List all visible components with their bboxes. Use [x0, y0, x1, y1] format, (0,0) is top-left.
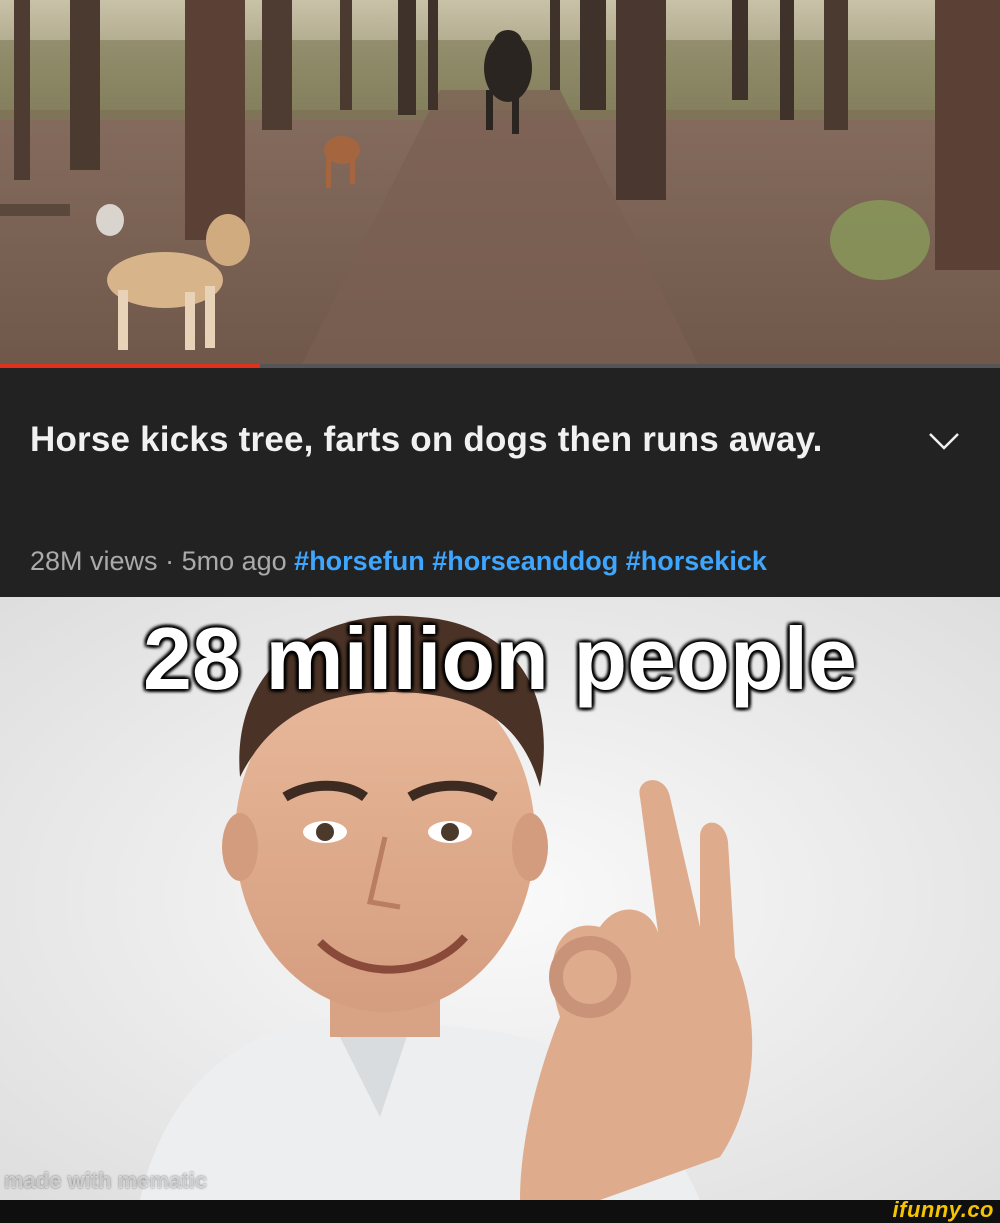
video-frame[interactable] — [0, 0, 1000, 368]
hashtag-link[interactable]: #horsekick — [626, 546, 767, 576]
ifunny-logo[interactable]: ifunny.co — [893, 1197, 994, 1223]
video-title[interactable]: Horse kicks tree, farts on dogs then run… — [30, 412, 880, 467]
footer-bar: ifunny.co — [0, 1197, 1000, 1223]
hashtag-link[interactable]: #horseanddog — [432, 546, 618, 576]
mematic-watermark: made with mematic — [4, 1168, 207, 1193]
meme-caption: 28 million people — [143, 609, 857, 708]
hashtag-link[interactable]: #horsefun — [294, 546, 425, 576]
view-count: 28M views — [30, 546, 158, 576]
upload-age: 5mo ago — [181, 546, 287, 576]
video-info-panel: Horse kicks tree, farts on dogs then run… — [0, 368, 1000, 597]
meme-panel: 28 million people made with mematic — [0, 597, 1000, 1200]
chevron-down-icon[interactable] — [924, 426, 964, 456]
video-meta: 28M views · 5mo ago #horsefun #horseandd… — [30, 544, 767, 578]
meta-separator: · — [165, 546, 175, 576]
forest-scene-image — [0, 0, 1000, 368]
